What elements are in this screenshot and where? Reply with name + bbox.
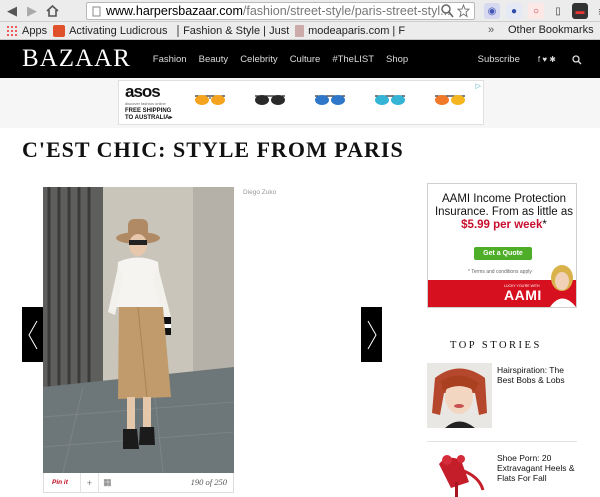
- subscribe-link[interactable]: Subscribe: [478, 54, 520, 65]
- story-thumbnail[interactable]: [427, 363, 492, 428]
- chevron-left-icon: [27, 320, 37, 349]
- bookmark-apps[interactable]: Apps: [6, 24, 47, 37]
- divider: [427, 441, 577, 442]
- adchoices-icon[interactable]: ▷: [476, 82, 481, 90]
- asos-banner-ad[interactable]: asos discover fashion online FREE SHIPPI…: [118, 80, 484, 125]
- extension-icon[interactable]: ◉: [484, 3, 500, 19]
- aami-logo: AAMI: [504, 287, 542, 303]
- bookmark-activating[interactable]: Activating Ludicrous: [53, 24, 171, 37]
- nav-shop[interactable]: Shop: [386, 54, 408, 65]
- star-icon[interactable]: [457, 4, 470, 18]
- aami-model-image: [550, 265, 576, 307]
- sunglasses-image: [315, 95, 345, 105]
- aami-ad[interactable]: AAMI Income Protection Insurance. From a…: [427, 183, 577, 308]
- url-host: www.harpersbazaar.com: [106, 4, 243, 18]
- url-path: /fashion/street-style/paris-street-styl.…: [242, 4, 451, 18]
- extension-icon[interactable]: ●: [506, 3, 522, 19]
- social-icons[interactable]: f ♥ ✱: [538, 55, 556, 64]
- story-thumbnail[interactable]: [427, 450, 492, 497]
- extension-icon[interactable]: ○: [528, 3, 544, 19]
- slide-counter: 190 of 250: [190, 477, 227, 487]
- menu-icon[interactable]: ≡: [594, 3, 600, 19]
- top-stories-heading: TOP STORIES: [450, 340, 542, 351]
- extension-icon[interactable]: ▬: [572, 3, 588, 19]
- chevron-right-icon: [367, 320, 377, 349]
- pinit-button[interactable]: Pin it: [52, 479, 68, 486]
- nav-thelist[interactable]: #TheLIST: [332, 54, 374, 65]
- other-bookmarks[interactable]: Other Bookmarks: [504, 24, 594, 36]
- bookmarks-overflow[interactable]: »: [488, 24, 494, 36]
- nav-beauty[interactable]: Beauty: [199, 54, 229, 65]
- gallery-prev-button[interactable]: [22, 307, 43, 362]
- site-logo[interactable]: BAZAAR: [22, 45, 131, 73]
- search-icon[interactable]: [441, 4, 454, 18]
- grid-icon[interactable]: ▦: [97, 472, 116, 493]
- asos-tagline: discover fashion online: [125, 101, 166, 106]
- apps-grid-icon: [6, 24, 18, 37]
- gallery-toolbar: Pin it + ▦ 190 of 250: [43, 472, 234, 493]
- browser-toolbar: ◀ ▶ www.harpersbazaar.com/fashion/street…: [0, 0, 600, 22]
- sunglasses-image: [375, 95, 405, 105]
- address-bar[interactable]: www.harpersbazaar.com/fashion/street-sty…: [86, 2, 475, 20]
- bookmark-fashion-style[interactable]: Fashion & Style | Just: [177, 24, 289, 37]
- nav-culture[interactable]: Culture: [290, 54, 321, 65]
- street-style-photo[interactable]: [43, 187, 234, 473]
- ad-strip: asos discover fashion online FREE SHIPPI…: [0, 78, 600, 128]
- get-a-quote-button[interactable]: Get a Quote: [474, 247, 532, 260]
- nav-fashion[interactable]: Fashion: [153, 54, 187, 65]
- photo-credit: Diego Zuko: [243, 189, 277, 196]
- story-title[interactable]: Shoe Porn: 20 Extravagant Heels & Flats …: [497, 453, 577, 483]
- bookmark-favicon-icon: [53, 24, 66, 37]
- home-icon[interactable]: [44, 3, 60, 19]
- sunglasses-image: [195, 95, 225, 105]
- back-icon[interactable]: ◀: [4, 3, 20, 19]
- forward-icon[interactable]: ▶: [24, 3, 40, 19]
- page-icon: [92, 6, 101, 16]
- asos-shipping: FREE SHIPPING TO AUSTRALIA▸: [125, 108, 181, 122]
- bookmark-modeaparis[interactable]: modeaparis.com | F: [295, 24, 405, 37]
- page-icon: [177, 24, 180, 37]
- aami-headline: AAMI Income Protection Insurance. From a…: [434, 193, 574, 231]
- page-title: C'EST CHIC: STYLE FROM PARIS: [22, 137, 404, 162]
- search-icon[interactable]: [572, 54, 582, 65]
- gallery-next-button[interactable]: [361, 307, 382, 362]
- sunglasses-image: [255, 95, 285, 105]
- sunglasses-image: [435, 95, 465, 105]
- aami-terms: * Terms and conditions apply: [468, 269, 532, 275]
- asos-logo: asos: [125, 82, 161, 101]
- site-header: BAZAAR Fashion Beauty Celebrity Culture …: [0, 40, 600, 78]
- add-icon[interactable]: +: [79, 472, 98, 493]
- nav-celebrity[interactable]: Celebrity: [240, 54, 278, 65]
- bookmark-favicon-icon: [295, 24, 305, 37]
- phone-icon[interactable]: ▯: [550, 3, 566, 19]
- story-title[interactable]: Hairspiration: The Best Bobs & Lobs: [497, 365, 577, 385]
- bookmarks-bar: Apps Activating Ludicrous Fashion & Styl…: [0, 22, 600, 40]
